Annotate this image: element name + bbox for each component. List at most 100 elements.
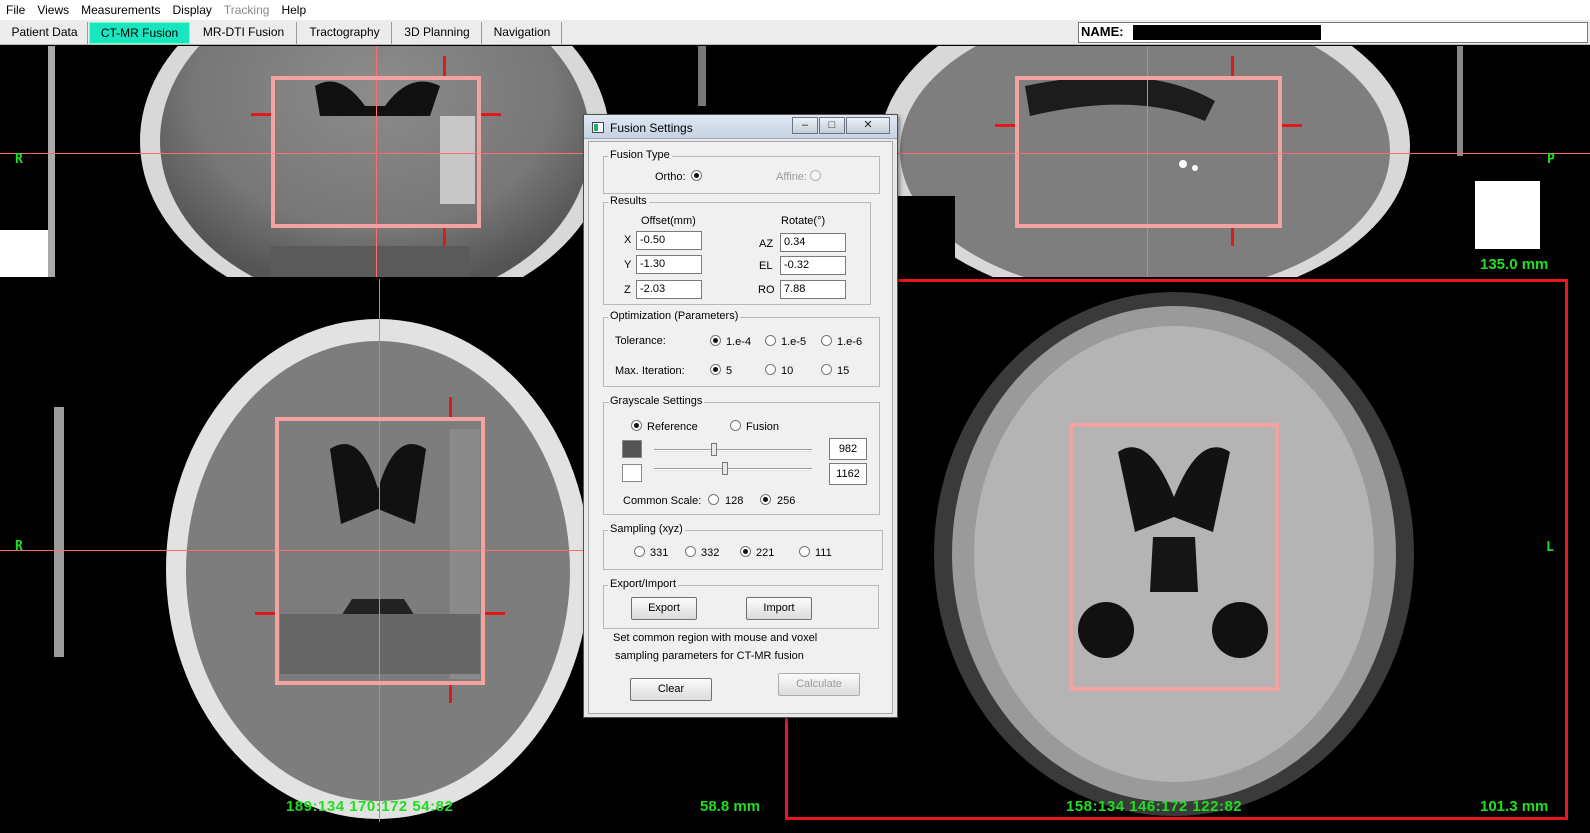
fusion-region-box[interactable] [271,76,481,228]
common-scale-label: Common Scale: [623,495,702,507]
offset-x-label: X [624,234,632,246]
iteration-radio-15[interactable] [821,364,832,375]
el-label: EL [759,260,773,272]
sampling-111-label: 111 [815,547,832,559]
high-slider-track[interactable] [654,468,812,471]
orientation-label-l: L [1546,540,1554,555]
scale-128-label: 128 [725,495,744,507]
menu-bar: File Views Measurements Display Tracking… [0,0,1590,20]
sampling-221-label: 221 [756,547,775,559]
tolerance-radio-1e4[interactable] [710,335,721,346]
fusion-label: Fusion [746,421,780,433]
affine-radio [810,170,821,181]
high-color-swatch[interactable] [622,464,642,482]
fusion-region-box[interactable] [1069,423,1279,691]
grayscale-group: Grayscale Settings Reference Fusion 982 … [603,395,880,515]
tab-ct-mr-fusion[interactable]: CT-MR Fusion [89,22,190,44]
offset-y-label: Y [624,259,632,271]
fusion-region-box[interactable] [275,417,485,685]
iteration-15-label: 15 [837,365,850,377]
fusion-radio[interactable] [730,420,741,431]
ortho-label: Ortho: [655,171,686,183]
ro-field[interactable]: 7.88 [780,280,846,299]
tolerance-radio-1e5[interactable] [765,335,776,346]
roi-handle-right[interactable] [485,612,505,615]
menu-file[interactable]: File [0,0,31,20]
fusion-region-box[interactable] [1015,76,1282,228]
roi-handle-top[interactable] [449,397,452,417]
ortho-radio[interactable] [691,170,702,181]
group-title: Export/Import [608,578,679,590]
axial-ct-coordinates: 189:134 170:172 54:82 [286,798,454,815]
sampling-radio-221[interactable] [740,546,751,557]
roi-handle-left[interactable] [995,124,1015,127]
el-field[interactable]: -0.32 [780,256,846,275]
low-color-swatch[interactable] [622,440,642,458]
tab-navigation[interactable]: Navigation [483,22,562,44]
group-title: Results [608,195,649,207]
maximize-icon[interactable]: □ [819,117,845,134]
roi-handle-bottom[interactable] [443,228,446,246]
tab-3d-planning[interactable]: 3D Planning [393,22,482,44]
name-label: NAME: [1081,24,1124,39]
roi-handle-left[interactable] [251,113,271,116]
rotate-header: Rotate(°) [781,215,826,227]
offset-x-field[interactable]: -0.50 [636,231,702,250]
orientation-label-r: R [15,539,23,554]
tab-patient-data[interactable]: Patient Data [2,22,88,44]
scale-radio-128[interactable] [708,494,719,505]
tolerance-radio-1e6[interactable] [821,335,832,346]
menu-views[interactable]: Views [31,0,75,20]
roi-handle-left[interactable] [255,612,275,615]
reference-label: Reference [647,421,698,433]
close-icon[interactable]: ✕ [846,117,890,134]
offset-y-field[interactable]: -1.30 [636,255,702,274]
instruction-line-2: sampling parameters for CT-MR fusion [615,650,804,662]
roi-handle-top[interactable] [1231,56,1234,76]
high-value-box[interactable]: 1162 [829,463,867,485]
menu-tracking: Tracking [223,3,270,17]
high-slider-thumb[interactable] [722,462,729,475]
axial-ct-scale-readout: 58.8 mm [700,798,761,815]
optimization-group: Optimization (Parameters) Tolerance: 1.e… [603,310,880,387]
roi-handle-bottom[interactable] [449,685,452,703]
import-button[interactable]: Import [746,597,812,620]
export-button[interactable]: Export [631,597,697,620]
low-slider-track[interactable] [654,449,812,452]
axial-mr-view[interactable]: L 158:134 146:172 122:82 101.3 mm [785,279,1568,820]
offset-z-field[interactable]: -2.03 [636,280,702,299]
orientation-label-p: P [1547,152,1555,167]
group-title: Fusion Type [608,149,672,161]
orientation-label-r: R [15,152,23,167]
roi-handle-right[interactable] [1282,124,1302,127]
az-field[interactable]: 0.34 [780,233,846,252]
export-import-group: Export/Import Export Import [603,578,879,629]
dialog-title-bar[interactable]: Fusion Settings – □ ✕ [584,115,897,139]
offset-header: Offset(mm) [641,215,696,227]
sampling-radio-332[interactable] [685,546,696,557]
scale-radio-256[interactable] [760,494,771,505]
tab-mr-dti-fusion[interactable]: MR-DTI Fusion [191,22,297,44]
roi-handle-top[interactable] [443,56,446,76]
tab-tractography[interactable]: Tractography [298,22,392,44]
az-label: AZ [759,238,774,250]
tolerance-1e5-label: 1.e-5 [781,336,807,348]
sagittal-ct-view[interactable]: P 135.0 mm [785,46,1590,277]
clear-button[interactable]: Clear [630,678,712,701]
menu-display[interactable]: Display [167,0,218,20]
low-slider-thumb[interactable] [711,443,718,456]
iteration-radio-10[interactable] [765,364,776,375]
affine-label: Affine: [776,171,807,183]
menu-help[interactable]: Help [275,0,312,20]
app-icon [592,122,604,133]
reference-radio[interactable] [631,420,642,431]
low-value-box[interactable]: 982 [829,438,867,460]
iteration-radio-5[interactable] [710,364,721,375]
menu-measurements[interactable]: Measurements [75,0,166,20]
sampling-radio-111[interactable] [799,546,810,557]
roi-handle-bottom[interactable] [1231,228,1234,246]
sampling-radio-331[interactable] [634,546,645,557]
minimize-icon[interactable]: – [792,117,818,134]
instruction-line-1: Set common region with mouse and voxel [613,632,818,644]
roi-handle-right[interactable] [481,113,501,116]
